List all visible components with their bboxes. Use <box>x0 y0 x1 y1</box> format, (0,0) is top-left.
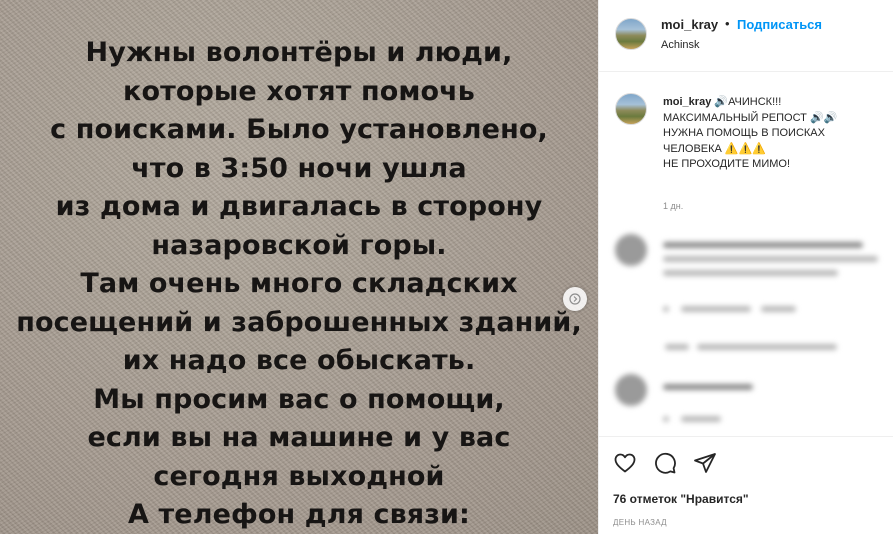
image-text-line: А телефон для связи: <box>128 499 470 530</box>
caption-line: НЕ ПРОХОДИТЕ МИМО! <box>663 158 790 170</box>
post-image[interactable]: Нужны волонтёры и люди, которые хотят по… <box>0 0 598 534</box>
view-replies[interactable] <box>697 344 837 350</box>
comment-meta <box>681 416 721 422</box>
caption-line: МАКСИМАЛЬНЫЙ РЕПОСТ 🔊🔊 <box>663 111 838 124</box>
image-text-line: Там очень много складских <box>80 268 518 299</box>
post-caption: moi_kray 🔊АЧИНСК!!! МАКСИМАЛЬНЫЙ РЕПОСТ … <box>663 95 888 173</box>
image-text-line: которые хотят помочь <box>123 75 475 107</box>
follow-button[interactable]: Подписаться <box>737 17 822 32</box>
comment-text <box>663 242 863 248</box>
header-username[interactable]: moi_kray <box>661 17 718 32</box>
image-text-line: если вы на машине и у вас <box>87 422 511 453</box>
comment-icon <box>655 452 676 474</box>
image-text-line: из дома и двигалась в сторону <box>55 191 543 222</box>
comment-text <box>663 384 753 390</box>
view-replies[interactable] <box>665 344 689 350</box>
comment-meta <box>663 416 669 422</box>
comment-text <box>663 270 838 276</box>
share-icon <box>694 453 716 473</box>
caption-line: НУЖНА ПОМОЩЬ В ПОИСКАХ <box>663 127 825 139</box>
caption-username[interactable]: moi_kray <box>663 96 711 108</box>
location-link[interactable]: Achinsk <box>661 39 700 51</box>
image-text-line: их надо все обыскать. <box>122 345 476 376</box>
chevron-right-icon <box>569 293 581 305</box>
avatar[interactable] <box>615 18 647 50</box>
comment-meta <box>761 306 796 312</box>
post-date[interactable]: ДЕНЬ НАЗАД <box>613 518 667 527</box>
caption-time[interactable]: 1 дн. <box>663 201 683 211</box>
caption-line: moi_kray 🔊АЧИНСК!!! <box>663 95 888 111</box>
caption-line: ЧЕЛОВЕКА ⚠️⚠️⚠️ <box>663 142 767 155</box>
comment-meta <box>663 306 669 312</box>
comment-meta <box>681 306 751 312</box>
image-text-line: посещений и заброшенных зданий, <box>16 306 582 338</box>
image-text-line: сегодня выходной <box>153 460 445 492</box>
image-text-line: Мы просим вас о помощи, <box>93 383 505 415</box>
caption-text: 🔊АЧИНСК!!! <box>714 96 782 108</box>
likes-count[interactable]: 76 отметок "Нравится" <box>613 492 749 506</box>
image-text-line: Нужны волонтёры и люди, <box>85 37 513 68</box>
like-button[interactable] <box>611 449 639 477</box>
comment-button[interactable] <box>651 449 679 477</box>
image-text-line: что в 3:50 ночи ушла <box>131 152 467 184</box>
image-text-line: назаровской горы. <box>151 229 447 261</box>
post-actions: 76 отметок "Нравится" ДЕНЬ НАЗАД <box>599 436 893 534</box>
share-button[interactable] <box>691 449 719 477</box>
separator-dot: • <box>725 16 730 31</box>
comment-text <box>663 256 878 262</box>
comment-avatar[interactable] <box>615 234 647 266</box>
heart-icon <box>614 453 636 473</box>
post-header: moi_kray • Подписаться Achinsk <box>599 0 893 72</box>
post-side-panel: moi_kray • Подписаться Achinsk moi_kray … <box>598 0 893 534</box>
comment-avatar[interactable] <box>615 374 647 406</box>
caption-avatar[interactable] <box>615 93 647 125</box>
post-image-text: Нужны волонтёры и люди, которые хотят по… <box>0 34 598 534</box>
next-slide-button[interactable] <box>563 287 587 311</box>
image-text-line: с поисками. Было установлено, <box>50 114 548 145</box>
